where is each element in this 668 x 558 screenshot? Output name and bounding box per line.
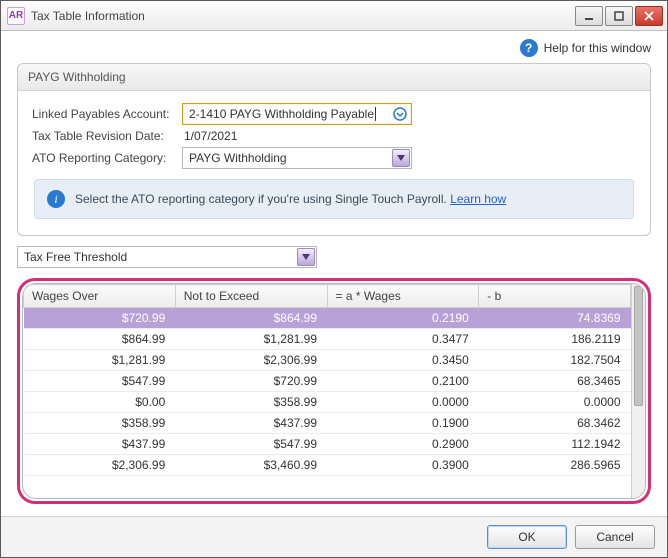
col-b[interactable]: - b [479, 285, 631, 308]
close-button[interactable] [635, 6, 663, 26]
maximize-button[interactable] [605, 6, 633, 26]
table-row[interactable]: $547.99$720.990.210068.3465 [24, 371, 631, 392]
chevron-down-icon[interactable] [297, 248, 315, 266]
col-a-wages[interactable]: = a * Wages [327, 285, 479, 308]
table-cell[interactable]: $1,281.99 [24, 350, 176, 371]
table-cell[interactable]: 0.3900 [327, 455, 479, 476]
revision-date-row: Tax Table Revision Date: 1/07/2021 [32, 129, 636, 143]
revision-date-value: 1/07/2021 [182, 129, 237, 143]
table-cell[interactable]: $864.99 [175, 308, 327, 329]
linked-account-row: Linked Payables Account: 2-1410 PAYG Wit… [32, 103, 636, 125]
table-cell[interactable]: 0.3477 [327, 329, 479, 350]
table-row[interactable]: $1,281.99$2,306.990.3450182.7504 [24, 350, 631, 371]
chevron-down-icon[interactable] [392, 149, 410, 167]
table-cell[interactable]: $547.99 [175, 434, 327, 455]
table-cell[interactable]: $1,281.99 [175, 329, 327, 350]
table-cell[interactable]: $437.99 [24, 434, 176, 455]
tax-table[interactable]: Wages Over Not to Exceed = a * Wages - b… [23, 284, 631, 476]
ato-category-row: ATO Reporting Category: PAYG Withholding [32, 147, 636, 169]
learn-how-link[interactable]: Learn how [450, 192, 506, 206]
info-banner-text-wrap: Select the ATO reporting category if you… [75, 192, 506, 206]
col-not-exceed[interactable]: Not to Exceed [175, 285, 327, 308]
table-cell[interactable]: 0.2100 [327, 371, 479, 392]
table-cell[interactable]: 68.3462 [479, 413, 631, 434]
table-cell[interactable]: 186.2119 [479, 329, 631, 350]
app-icon: AR [7, 7, 25, 25]
linked-account-label: Linked Payables Account: [32, 107, 182, 121]
table-cell[interactable]: $0.00 [24, 392, 176, 413]
payg-group-body: Linked Payables Account: 2-1410 PAYG Wit… [18, 91, 650, 235]
table-row[interactable]: $864.99$1,281.990.3477186.2119 [24, 329, 631, 350]
account-lookup-icon[interactable] [392, 106, 408, 122]
table-cell[interactable]: 182.7504 [479, 350, 631, 371]
table-cell[interactable]: $3,460.99 [175, 455, 327, 476]
table-cell[interactable]: 0.0000 [327, 392, 479, 413]
minimize-button[interactable] [575, 6, 603, 26]
ato-category-label: ATO Reporting Category: [32, 151, 182, 165]
help-row: ? Help for this window [17, 39, 651, 57]
table-cell[interactable]: $864.99 [24, 329, 176, 350]
footer: OK Cancel [1, 516, 667, 557]
threshold-value: Tax Free Threshold [24, 250, 127, 264]
vertical-scrollbar[interactable] [631, 284, 645, 498]
window-title: Tax Table Information [31, 9, 575, 23]
table-cell[interactable]: 0.0000 [479, 392, 631, 413]
ok-button[interactable]: OK [487, 525, 567, 549]
cancel-button[interactable]: Cancel [575, 525, 655, 549]
maximize-icon [614, 11, 624, 21]
col-wages-over[interactable]: Wages Over [24, 285, 176, 308]
table-row[interactable]: $437.99$547.990.2900112.1942 [24, 434, 631, 455]
table-cell[interactable]: 0.2190 [327, 308, 479, 329]
info-banner: i Select the ATO reporting category if y… [34, 179, 634, 219]
table-cell[interactable]: $2,306.99 [175, 350, 327, 371]
table-cell[interactable]: $358.99 [24, 413, 176, 434]
table-cell[interactable]: 0.3450 [327, 350, 479, 371]
help-link[interactable]: Help for this window [544, 41, 651, 55]
table-row[interactable]: $2,306.99$3,460.990.3900286.5965 [24, 455, 631, 476]
table-cell[interactable]: $437.99 [175, 413, 327, 434]
info-banner-text: Select the ATO reporting category if you… [75, 192, 447, 206]
table-cell[interactable]: 286.5965 [479, 455, 631, 476]
table-row[interactable]: $0.00$358.990.00000.0000 [24, 392, 631, 413]
table-cell[interactable]: $547.99 [24, 371, 176, 392]
scrollbar-thumb[interactable] [634, 286, 643, 406]
table-cell[interactable]: $2,306.99 [24, 455, 176, 476]
table-highlight-frame: Wages Over Not to Exceed = a * Wages - b… [17, 278, 651, 504]
ato-category-select[interactable]: PAYG Withholding [182, 147, 412, 169]
table-cell[interactable]: 74.8369 [479, 308, 631, 329]
threshold-select[interactable]: Tax Free Threshold [17, 246, 317, 268]
table-cell[interactable]: 112.1942 [479, 434, 631, 455]
linked-account-value: 2-1410 PAYG Withholding Payable [189, 107, 374, 121]
table-cell[interactable]: 0.2900 [327, 434, 479, 455]
table-cell[interactable]: $358.99 [175, 392, 327, 413]
table-row[interactable]: $720.99$864.990.219074.8369 [24, 308, 631, 329]
window: AR Tax Table Information ? Help for this… [0, 0, 668, 558]
table-cell[interactable]: $720.99 [24, 308, 176, 329]
table-cell[interactable]: $720.99 [175, 371, 327, 392]
close-icon [644, 11, 654, 21]
revision-date-label: Tax Table Revision Date: [32, 129, 182, 143]
payg-group-title: PAYG Withholding [18, 64, 650, 91]
minimize-icon [584, 11, 594, 21]
linked-account-input[interactable]: 2-1410 PAYG Withholding Payable [182, 103, 412, 125]
info-icon: i [47, 190, 65, 208]
table-cell[interactable]: 0.1900 [327, 413, 479, 434]
help-icon[interactable]: ? [520, 39, 538, 57]
tax-table-container: Wages Over Not to Exceed = a * Wages - b… [22, 283, 646, 499]
ato-category-value: PAYG Withholding [189, 151, 287, 165]
content-area: ? Help for this window PAYG Withholding … [1, 31, 667, 516]
table-row[interactable]: $358.99$437.990.190068.3462 [24, 413, 631, 434]
payg-group: PAYG Withholding Linked Payables Account… [17, 63, 651, 236]
table-header-row: Wages Over Not to Exceed = a * Wages - b [24, 285, 631, 308]
window-controls [575, 6, 663, 26]
table-cell[interactable]: 68.3465 [479, 371, 631, 392]
text-caret [375, 107, 376, 121]
titlebar: AR Tax Table Information [1, 1, 667, 31]
